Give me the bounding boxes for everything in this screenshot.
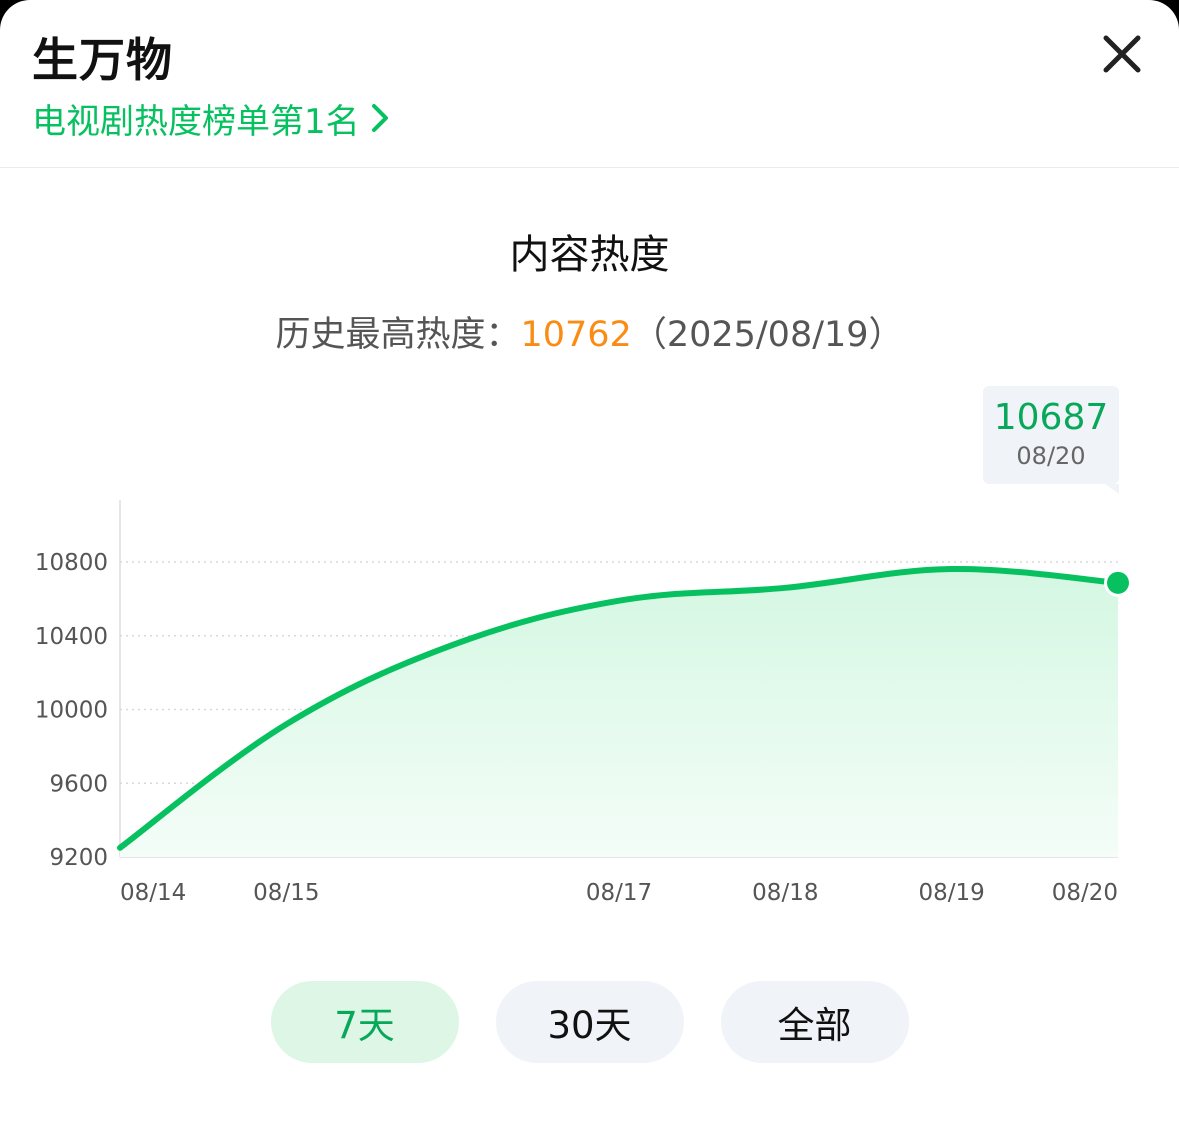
highlight-point[interactable] <box>1107 571 1129 594</box>
range-selector: 7天 30天 全部 <box>0 981 1179 1063</box>
tooltip-date: 08/20 <box>1016 442 1086 470</box>
header: 生万物 电视剧热度榜单第1名 <box>0 0 1179 168</box>
x-tick-label: 08/20 <box>1052 880 1118 906</box>
y-tick-label: 10400 <box>35 624 108 650</box>
history-peak-value: 10762 <box>520 315 632 355</box>
rank-link[interactable]: 电视剧热度榜单第1名 <box>32 96 390 142</box>
y-tick-label: 10800 <box>35 550 108 576</box>
chart-tooltip: 10687 08/20 <box>983 386 1119 494</box>
range-7d-button[interactable]: 7天 <box>270 981 459 1063</box>
x-tick-label: 08/14 <box>120 880 186 906</box>
x-tick-label: 08/19 <box>919 880 985 906</box>
x-tick-label: 08/15 <box>253 880 319 906</box>
area-fill <box>120 568 1118 857</box>
chart-title: 内容热度 <box>509 232 670 278</box>
range-all-button[interactable]: 全部 <box>720 981 909 1063</box>
y-tick-label: 9200 <box>49 845 108 871</box>
bottom-sheet: 生万物 电视剧热度榜单第1名 内容热度 历史最高热度：10762（2025/08… <box>0 0 1179 1136</box>
x-tick-label: 08/17 <box>586 880 652 906</box>
show-title: 生万物 <box>32 33 173 87</box>
close-icon[interactable] <box>1098 30 1146 78</box>
y-tick-label: 9600 <box>49 771 108 797</box>
y-tick-label: 10000 <box>35 698 108 724</box>
history-label: 历史最高热度： <box>275 315 521 355</box>
history-peak-date: （2025/08/19） <box>631 315 904 355</box>
x-tick-label: 08/18 <box>752 880 818 906</box>
chevron-right-icon <box>371 104 388 132</box>
history-peak-line: 历史最高热度：10762（2025/08/19） <box>0 306 1179 357</box>
range-30d-button[interactable]: 30天 <box>495 981 684 1063</box>
rank-link-label: 电视剧热度榜单第1名 <box>32 101 360 142</box>
heat-chart[interactable]: 9200 9600 10000 10400 10800 08/14 08/15 08/17 08… <box>0 490 1179 920</box>
tooltip-value: 10687 <box>993 397 1109 438</box>
